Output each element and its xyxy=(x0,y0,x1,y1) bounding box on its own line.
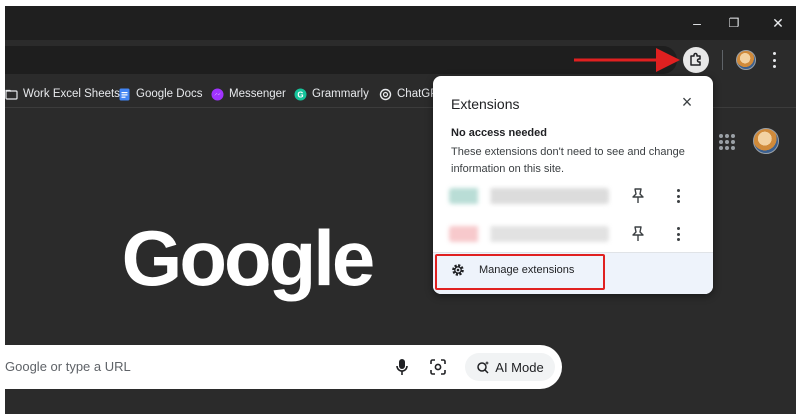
extension-more-icon[interactable] xyxy=(675,187,681,205)
annotation-arrow-icon xyxy=(574,48,680,72)
bookmark-label: Messenger xyxy=(229,88,286,100)
extension-name-blurred xyxy=(449,188,609,204)
google-lens-icon[interactable] xyxy=(429,358,447,376)
bookmark-work-excel-sheets[interactable]: Work Excel Sheets xyxy=(5,86,120,102)
ai-mode-button[interactable]: AI Mode xyxy=(465,353,555,381)
bookmark-label: ChatGP xyxy=(397,88,438,100)
extension-row[interactable] xyxy=(433,182,713,210)
bookmark-chatgpt[interactable]: ChatGP xyxy=(379,86,438,102)
messenger-icon xyxy=(211,88,224,100)
ai-sparkle-search-icon xyxy=(477,361,490,374)
extensions-button[interactable] xyxy=(683,47,709,73)
profile-avatar[interactable] xyxy=(736,50,756,70)
popup-title: Extensions xyxy=(451,96,520,112)
microphone-icon[interactable] xyxy=(395,358,409,376)
folder-icon xyxy=(5,89,18,100)
svg-text:G: G xyxy=(297,90,303,99)
search-box[interactable]: Google or type a URL AI Mode xyxy=(5,345,562,389)
extension-row[interactable] xyxy=(433,220,713,248)
pin-icon[interactable] xyxy=(631,225,645,243)
google-docs-icon xyxy=(119,88,130,100)
bookmark-messenger[interactable]: Messenger xyxy=(211,86,286,102)
chatgpt-icon xyxy=(379,88,392,100)
browser-menu-icon[interactable] xyxy=(771,50,777,70)
ai-mode-label: AI Mode xyxy=(495,359,544,375)
section-description: These extensions don't need to see and c… xyxy=(451,146,685,175)
search-input[interactable]: Google or type a URL xyxy=(5,359,131,374)
highlight-box xyxy=(435,254,605,290)
puzzle-icon xyxy=(690,52,701,66)
google-apps-icon[interactable] xyxy=(719,134,735,150)
bookmark-label: Grammarly xyxy=(312,88,369,100)
extension-name-blurred xyxy=(449,226,609,242)
title-bar: – ❐ ✕ xyxy=(5,6,796,40)
google-logo: Google xyxy=(121,214,376,302)
toolbar-separator xyxy=(722,50,723,70)
pin-icon[interactable] xyxy=(631,187,645,205)
account-avatar[interactable] xyxy=(753,128,779,154)
bookmark-google-docs[interactable]: Google Docs xyxy=(118,86,202,102)
bookmark-label: Google Docs xyxy=(136,88,203,100)
extension-more-icon[interactable] xyxy=(675,225,681,243)
restore-button[interactable]: ❐ xyxy=(723,12,745,34)
close-icon[interactable]: × xyxy=(677,92,697,112)
bookmark-label: Work Excel Sheets xyxy=(23,88,120,100)
section-heading: No access needed xyxy=(451,127,547,139)
bookmark-grammarly[interactable]: G Grammarly xyxy=(294,86,369,102)
minimize-button[interactable]: – xyxy=(686,12,708,34)
close-window-button[interactable]: ✕ xyxy=(767,12,789,34)
grammarly-icon: G xyxy=(294,88,307,100)
